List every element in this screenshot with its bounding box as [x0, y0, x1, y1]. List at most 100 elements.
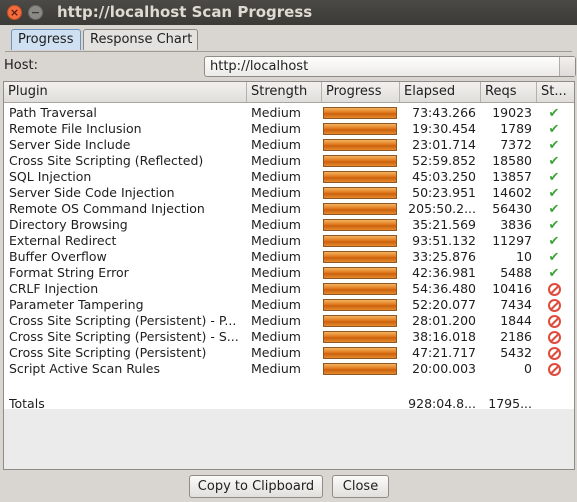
plugin-name: Format String Error — [9, 265, 129, 280]
dialog-button-bar: Copy to Clipboard Close — [0, 471, 577, 502]
plugin-strength: Medium — [251, 329, 301, 344]
plugin-name: Cross Site Scripting (Persistent) — [9, 345, 207, 360]
check-icon: ✔ — [548, 170, 560, 185]
close-button[interactable]: Close — [332, 475, 389, 498]
stop-icon — [547, 363, 561, 376]
progress-bar — [323, 283, 397, 295]
plugin-progress — [323, 249, 399, 265]
table-row[interactable]: Path Traversal Medium 73:43.266 19023 ✔ — [4, 105, 574, 121]
check-icon: ✔ — [548, 122, 560, 137]
table-row[interactable]: Format String Error Medium 42:36.981 5488 ✔ — [4, 265, 574, 281]
check-icon: ✔ — [548, 106, 560, 121]
stop-icon — [547, 347, 561, 360]
plugin-elapsed: 54:36.480 — [412, 281, 476, 296]
plugin-progress — [323, 233, 399, 249]
plugin-elapsed: 45:03.250 — [412, 169, 476, 184]
plugin-reqs: 3836 — [500, 217, 532, 232]
plugin-elapsed: 28:01.200 — [412, 313, 476, 328]
plugin-status: ✔ — [544, 233, 564, 249]
tab-progress[interactable]: Progress — [11, 29, 81, 50]
plugin-status: ✔ — [544, 169, 564, 185]
plugin-name: Remote OS Command Injection — [9, 201, 205, 216]
table-row[interactable]: Cross Site Scripting (Persistent) - P...… — [4, 313, 574, 329]
plugin-elapsed: 52:20.077 — [412, 297, 476, 312]
totals-area — [4, 410, 574, 469]
plugin-reqs: 10 — [516, 249, 532, 264]
table-row[interactable]: Remote File Inclusion Medium 19:30.454 1789… — [4, 121, 574, 137]
column-header-elapsed[interactable]: Elapsed — [400, 82, 481, 102]
table-row[interactable]: Parameter Tampering Medium 52:20.077 7434 — [4, 297, 574, 313]
progress-bar — [323, 299, 397, 311]
plugin-progress — [323, 345, 399, 361]
table-row[interactable]: Cross Site Scripting (Reflected) Medium 52… — [4, 153, 574, 169]
table-row[interactable]: Directory Browsing Medium 35:21.569 3836 ✔ — [4, 217, 574, 233]
host-select[interactable]: http://localhost — [204, 56, 576, 77]
plugin-strength: Medium — [251, 217, 301, 232]
table-row[interactable]: CRLF Injection Medium 54:36.480 10416 — [4, 281, 574, 297]
scan-progress-table: Plugin Strength Progress Elapsed Reqs St… — [3, 81, 575, 470]
plugin-status — [544, 297, 564, 313]
host-select-value: http://localhost — [210, 59, 309, 74]
plugin-progress — [323, 361, 399, 377]
plugin-reqs: 11297 — [492, 233, 532, 248]
column-header-status[interactable]: St... — [537, 82, 574, 102]
plugin-reqs: 2186 — [500, 329, 532, 344]
plugin-strength: Medium — [251, 137, 301, 152]
table-row[interactable]: Cross Site Scripting (Persistent) Medium 4… — [4, 345, 574, 361]
progress-bar — [323, 123, 397, 135]
table-row[interactable]: Cross Site Scripting (Persistent) - S...… — [4, 329, 574, 345]
plugin-status: ✔ — [544, 249, 564, 265]
column-header-strength[interactable]: Strength — [247, 82, 322, 102]
plugin-name: Parameter Tampering — [9, 297, 144, 312]
window-close-button[interactable]: × — [7, 5, 22, 20]
table-row[interactable]: Server Side Include Medium 23:01.714 7372 ✔ — [4, 137, 574, 153]
plugin-elapsed: 35:21.569 — [412, 217, 476, 232]
table-body: Path Traversal Medium 73:43.266 19023 ✔ Remot… — [4, 103, 574, 411]
column-header-reqs[interactable]: Reqs — [481, 82, 537, 102]
plugin-elapsed: 38:16.018 — [412, 329, 476, 344]
plugin-name: External Redirect — [9, 233, 117, 248]
table-row[interactable]: Script Active Scan Rules Medium 20:00.003 0 — [4, 361, 574, 377]
dropdown-arrow-icon[interactable] — [559, 57, 575, 76]
progress-bar — [323, 267, 397, 279]
plugin-status — [544, 361, 564, 377]
plugin-reqs: 19023 — [492, 105, 532, 120]
plugin-status: ✔ — [544, 121, 564, 137]
table-row[interactable]: SQL Injection Medium 45:03.250 13857 ✔ — [4, 169, 574, 185]
check-icon: ✔ — [548, 138, 560, 153]
plugin-strength: Medium — [251, 313, 301, 328]
plugin-progress — [323, 281, 399, 297]
table-header: Plugin Strength Progress Elapsed Reqs St… — [4, 82, 574, 103]
plugin-name: CRLF Injection — [9, 281, 99, 296]
plugin-elapsed: 73:43.266 — [412, 105, 476, 120]
progress-bar — [323, 203, 397, 215]
plugin-name: Cross Site Scripting (Persistent) - S... — [9, 329, 239, 344]
plugin-reqs: 7372 — [500, 137, 532, 152]
stop-icon — [547, 299, 561, 312]
table-row[interactable]: Remote OS Command Injection Medium 205:50.… — [4, 201, 574, 217]
plugin-status: ✔ — [544, 265, 564, 281]
table-row[interactable]: Server Side Code Injection Medium 50:23.95… — [4, 185, 574, 201]
tab-response-chart[interactable]: Response Chart — [83, 29, 198, 50]
copy-to-clipboard-button[interactable]: Copy to Clipboard — [189, 475, 323, 498]
plugin-reqs: 1789 — [500, 121, 532, 136]
column-header-plugin[interactable]: Plugin — [4, 82, 247, 102]
window-minimize-button[interactable]: − — [28, 5, 43, 20]
plugin-elapsed: 23:01.714 — [412, 137, 476, 152]
stop-icon — [547, 283, 561, 296]
plugin-status — [544, 345, 564, 361]
plugin-status — [544, 281, 564, 297]
plugin-progress — [323, 201, 399, 217]
stop-icon — [547, 331, 561, 344]
plugin-status: ✔ — [544, 105, 564, 121]
table-row[interactable]: External Redirect Medium 93:51.132 11297 ✔ — [4, 233, 574, 249]
check-icon: ✔ — [548, 154, 560, 169]
column-header-progress[interactable]: Progress — [322, 82, 400, 102]
plugin-strength: Medium — [251, 185, 301, 200]
stop-icon — [547, 315, 561, 328]
plugin-status: ✔ — [544, 153, 564, 169]
plugin-strength: Medium — [251, 281, 301, 296]
plugin-strength: Medium — [251, 265, 301, 280]
table-row[interactable]: Buffer Overflow Medium 33:25.876 10 ✔ — [4, 249, 574, 265]
plugin-elapsed: 205:50.2... — [408, 201, 476, 216]
